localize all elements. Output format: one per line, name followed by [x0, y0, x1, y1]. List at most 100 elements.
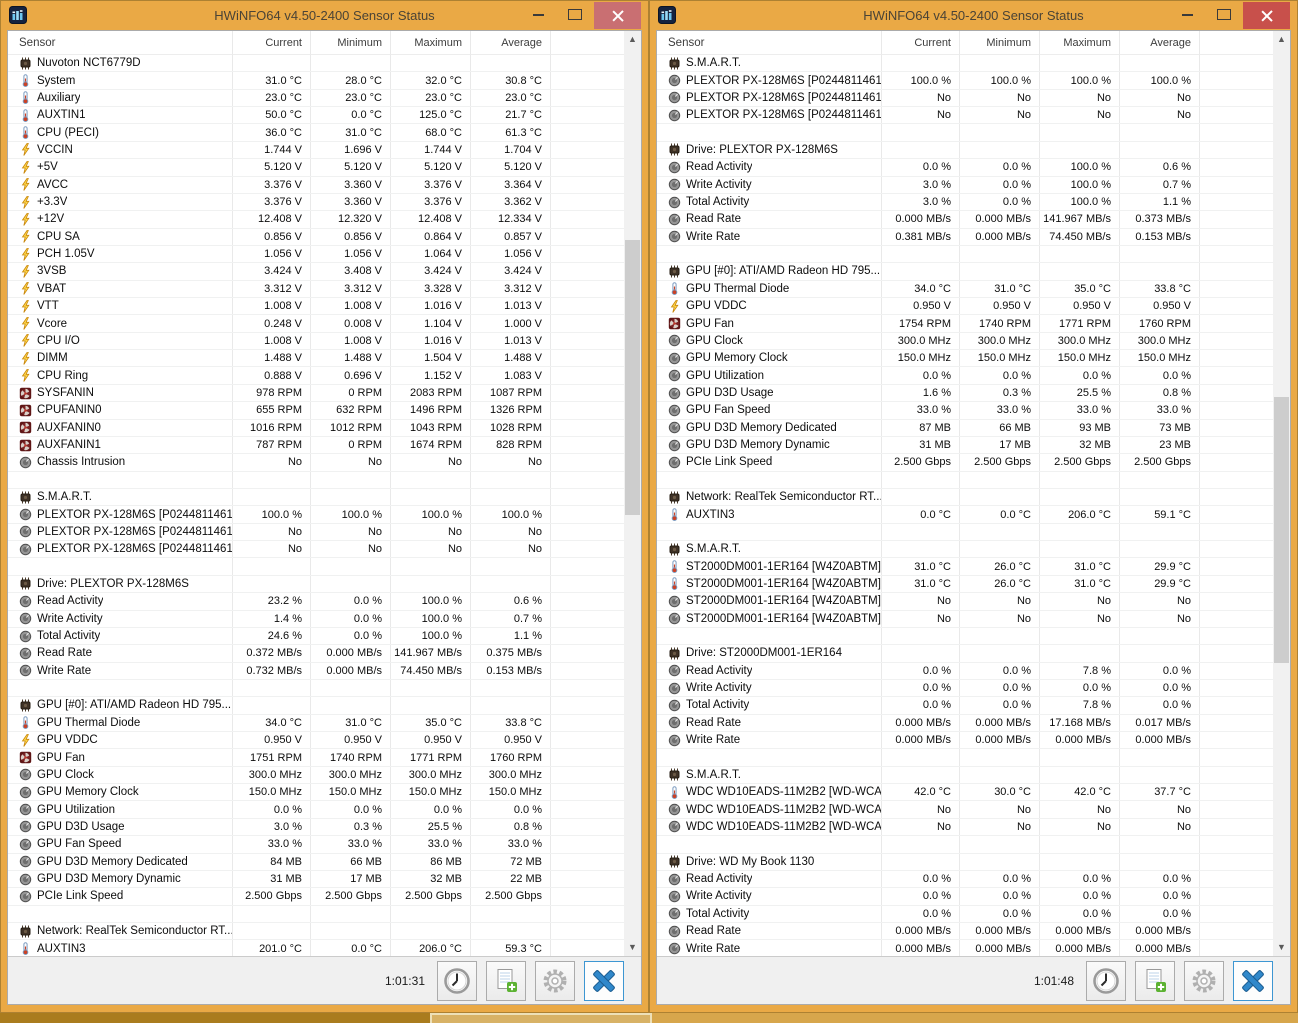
sensor-row[interactable]: +5V 5.120 V 5.120 V 5.120 V 5.120 V	[8, 159, 624, 177]
sensor-row[interactable]: ST2000DM001-1ER164 [W4Z0ABTM] 31.0 °C 26.0…	[657, 558, 1273, 576]
sensor-row[interactable]: Write Activity 1.4 % 0.0 % 100.0 % 0.7 %	[8, 610, 624, 628]
column-header-average[interactable]: Average	[471, 31, 551, 55]
scroll-down-icon[interactable]: ▼	[1273, 939, 1290, 956]
sensor-row[interactable]: CPU I/O 1.008 V 1.008 V 1.016 V 1.013 V	[8, 332, 624, 351]
column-header-current[interactable]: Current	[233, 31, 311, 55]
sensor-row[interactable]: GPU Memory Clock 150.0 MHz 150.0 MHz 150.0 …	[657, 350, 1273, 368]
sensor-row[interactable]: VCCIN 1.744 V 1.696 V 1.744 V 1.704 V	[8, 141, 624, 160]
close-sensors-button[interactable]	[584, 960, 624, 1001]
section-header-row[interactable]: Nuvoton NCT6779D	[8, 55, 624, 73]
sensor-row[interactable]: Read Activity 0.0 % 0.0 % 0.0 % 0.0 %	[657, 870, 1273, 889]
sensor-row[interactable]: GPU Fan 1754 RPM 1740 RPM 1771 RPM 1760 RPM	[657, 315, 1273, 333]
section-header-row[interactable]: Drive: WD My Book 1130	[657, 853, 1273, 871]
sensor-row[interactable]: PLEXTOR PX-128M6S [P0244811461... No No No N…	[657, 89, 1273, 108]
report-button[interactable]	[486, 960, 526, 1001]
sensor-row[interactable]: AUXTIN1 50.0 °C 0.0 °C 125.0 °C 21.7 °C	[8, 107, 624, 125]
sensor-row[interactable]: DIMM 1.488 V 1.488 V 1.504 V 1.488 V	[8, 350, 624, 368]
sensor-row[interactable]: Write Rate 0.000 MB/s 0.000 MB/s 0.000 MB/s…	[657, 732, 1273, 750]
sensor-row[interactable]: GPU Memory Clock 150.0 MHz 150.0 MHz 150.0 …	[8, 784, 624, 802]
sensor-row[interactable]: ST2000DM001-1ER164 [W4Z0ABTM]... No No No No	[657, 593, 1273, 611]
column-header-minimum[interactable]: Minimum	[311, 31, 391, 55]
maximize-button[interactable]	[1217, 9, 1231, 20]
settings-button[interactable]	[1184, 960, 1224, 1001]
column-header-minimum[interactable]: Minimum	[960, 31, 1040, 55]
section-header-row[interactable]: Network: RealTek Semiconductor RT...	[657, 488, 1273, 507]
sensor-row[interactable]: Chassis Intrusion No No No No	[8, 454, 624, 472]
section-header-row[interactable]: S.M.A.R.T.	[657, 541, 1273, 559]
sensor-row[interactable]: Read Activity 0.0 % 0.0 % 100.0 % 0.6 %	[657, 159, 1273, 177]
sensor-row[interactable]: PLEXTOR PX-128M6S [P0244811461... No No No N…	[8, 541, 624, 559]
scroll-up-icon[interactable]: ▲	[624, 31, 641, 48]
column-header-sensor[interactable]: Sensor	[8, 31, 233, 55]
sensor-row[interactable]: GPU Thermal Diode 34.0 °C 31.0 °C 35.0 °C 33…	[8, 714, 624, 733]
sensor-row[interactable]: PCIe Link Speed 2.500 Gbps 2.500 Gbps 2.500…	[657, 454, 1273, 472]
vertical-scrollbar[interactable]: ▲ ▼	[1273, 31, 1290, 956]
sensor-row[interactable]: Read Rate 0.000 MB/s 0.000 MB/s 0.000 MB/s 0…	[657, 922, 1273, 941]
sensor-row[interactable]: CPU SA 0.856 V 0.856 V 0.864 V 0.857 V	[8, 228, 624, 246]
sensor-row[interactable]: PCIe Link Speed 2.500 Gbps 2.500 Gbps 2.500…	[8, 888, 624, 906]
sensor-row[interactable]: Read Rate 0.000 MB/s 0.000 MB/s 17.168 MB/s…	[657, 714, 1273, 733]
sensor-row[interactable]: 3VSB 3.424 V 3.408 V 3.424 V 3.424 V	[8, 263, 624, 281]
sensor-row[interactable]: GPU D3D Usage 3.0 % 0.3 % 25.5 % 0.8 %	[8, 818, 624, 837]
sensor-row[interactable]: Total Activity 3.0 % 0.0 % 100.0 % 1.1 %	[657, 193, 1273, 212]
titlebar[interactable]: HWiNFO64 v4.50-2400 Sensor Status	[650, 1, 1297, 30]
section-header-row[interactable]: Drive: ST2000DM001-1ER164	[657, 645, 1273, 663]
sensor-row[interactable]: Write Activity 0.0 % 0.0 % 0.0 % 0.0 %	[657, 888, 1273, 906]
sensor-row[interactable]: AUXTIN3 201.0 °C 0.0 °C 206.0 °C 59.3 °C	[8, 940, 624, 956]
sensor-row[interactable]: WDC WD10EADS-11M2B2 [WD-WCA... 42.0 °C 30.…	[657, 784, 1273, 802]
sensor-row[interactable]: VTT 1.008 V 1.008 V 1.016 V 1.013 V	[8, 298, 624, 316]
sensor-row[interactable]: Auxiliary 23.0 °C 23.0 °C 23.0 °C 23.0 °C	[8, 89, 624, 108]
scroll-up-icon[interactable]: ▲	[1273, 31, 1290, 48]
sensor-row[interactable]: GPU VDDC 0.950 V 0.950 V 0.950 V 0.950 V	[657, 298, 1273, 316]
sensor-row[interactable]: WDC WD10EADS-11M2B2 [WD-WCA... No No No No	[657, 818, 1273, 837]
sensor-row[interactable]: GPU D3D Usage 1.6 % 0.3 % 25.5 % 0.8 %	[657, 384, 1273, 403]
section-header-row[interactable]: S.M.A.R.T.	[8, 488, 624, 507]
sensor-row[interactable]: GPU D3D Memory Dynamic 31 MB 17 MB 32 MB 23 …	[657, 436, 1273, 455]
sensor-row[interactable]: AVCC 3.376 V 3.360 V 3.376 V 3.364 V	[8, 176, 624, 194]
close-sensors-button[interactable]	[1233, 960, 1273, 1001]
sensor-row[interactable]: SYSFANIN 978 RPM 0 RPM 2083 RPM 1087 RPM	[8, 384, 624, 403]
sensor-row[interactable]: Write Rate 0.381 MB/s 0.000 MB/s 74.450 MB/…	[657, 228, 1273, 246]
column-header-maximum[interactable]: Maximum	[391, 31, 471, 55]
sensor-row[interactable]: PLEXTOR PX-128M6S [P0244811461... No No No N…	[657, 107, 1273, 125]
sensor-row[interactable]: Read Rate 0.372 MB/s 0.000 MB/s 141.967 MB/…	[8, 645, 624, 663]
sensor-row[interactable]: GPU Utilization 0.0 % 0.0 % 0.0 % 0.0 %	[8, 801, 624, 819]
sensor-row[interactable]: AUXFANIN1 787 RPM 0 RPM 1674 RPM 828 RPM	[8, 436, 624, 455]
close-button[interactable]	[1243, 2, 1290, 29]
section-header-row[interactable]: Drive: PLEXTOR PX-128M6S	[8, 575, 624, 594]
settings-button[interactable]	[535, 960, 575, 1001]
section-header-row[interactable]: GPU [#0]: ATI/AMD Radeon HD 795...	[8, 697, 624, 715]
sensor-row[interactable]: CPUFANIN0 655 RPM 632 RPM 1496 RPM 1326 RPM	[8, 402, 624, 420]
sensor-row[interactable]: GPU VDDC 0.950 V 0.950 V 0.950 V 0.950 V	[8, 732, 624, 750]
sensor-row[interactable]: Write Activity 3.0 % 0.0 % 100.0 % 0.7 %	[657, 176, 1273, 194]
close-button[interactable]	[594, 2, 641, 29]
sensor-row[interactable]: System 31.0 °C 28.0 °C 32.0 °C 30.8 °C	[8, 72, 624, 90]
sensor-row[interactable]: Write Activity 0.0 % 0.0 % 0.0 % 0.0 %	[657, 679, 1273, 698]
sensor-row[interactable]: Total Activity 0.0 % 0.0 % 0.0 % 0.0 %	[657, 905, 1273, 923]
sensor-row[interactable]: AUXFANIN0 1016 RPM 1012 RPM 1043 RPM 1028 RP…	[8, 419, 624, 437]
sensor-row[interactable]: Total Activity 0.0 % 0.0 % 7.8 % 0.0 %	[657, 697, 1273, 715]
background-window-titlebar[interactable]	[430, 1013, 652, 1023]
sensor-row[interactable]: GPU Thermal Diode 34.0 °C 31.0 °C 35.0 °C 33…	[657, 280, 1273, 299]
sensor-row[interactable]: GPU Clock 300.0 MHz 300.0 MHz 300.0 MHz 300.…	[8, 766, 624, 785]
sensor-row[interactable]: +3.3V 3.376 V 3.360 V 3.376 V 3.362 V	[8, 193, 624, 212]
sensor-row[interactable]: GPU D3D Memory Dedicated 87 MB 66 MB 93 MB 7…	[657, 419, 1273, 437]
section-header-row[interactable]: S.M.A.R.T.	[657, 766, 1273, 785]
sensor-row[interactable]: Read Activity 0.0 % 0.0 % 7.8 % 0.0 %	[657, 662, 1273, 680]
sensor-row[interactable]: GPU Clock 300.0 MHz 300.0 MHz 300.0 MHz 300.…	[657, 332, 1273, 351]
sensor-row[interactable]: VBAT 3.312 V 3.312 V 3.328 V 3.312 V	[8, 280, 624, 299]
sensor-row[interactable]: +12V 12.408 V 12.320 V 12.408 V 12.334 V	[8, 211, 624, 229]
sensor-row[interactable]: PLEXTOR PX-128M6S [P0244811461... 100.0 %…	[8, 506, 624, 524]
vertical-scrollbar[interactable]: ▲ ▼	[624, 31, 641, 956]
sensor-row[interactable]: CPU Ring 0.888 V 0.696 V 1.152 V 1.083 V	[8, 367, 624, 385]
sensor-row[interactable]: ST2000DM001-1ER164 [W4Z0ABTM]... 31.0 °C 2…	[657, 575, 1273, 594]
section-header-row[interactable]: GPU [#0]: ATI/AMD Radeon HD 795...	[657, 263, 1273, 281]
titlebar[interactable]: HWiNFO64 v4.50-2400 Sensor Status	[1, 1, 648, 30]
column-header-current[interactable]: Current	[882, 31, 960, 55]
logging-clock-button[interactable]	[1086, 960, 1126, 1001]
section-header-row[interactable]: Drive: PLEXTOR PX-128M6S	[657, 141, 1273, 160]
logging-clock-button[interactable]	[437, 960, 477, 1001]
sensor-row[interactable]: GPU Utilization 0.0 % 0.0 % 0.0 % 0.0 %	[657, 367, 1273, 385]
report-button[interactable]	[1135, 960, 1175, 1001]
sensor-row[interactable]: AUXTIN3 0.0 °C 0.0 °C 206.0 °C 59.1 °C	[657, 506, 1273, 524]
